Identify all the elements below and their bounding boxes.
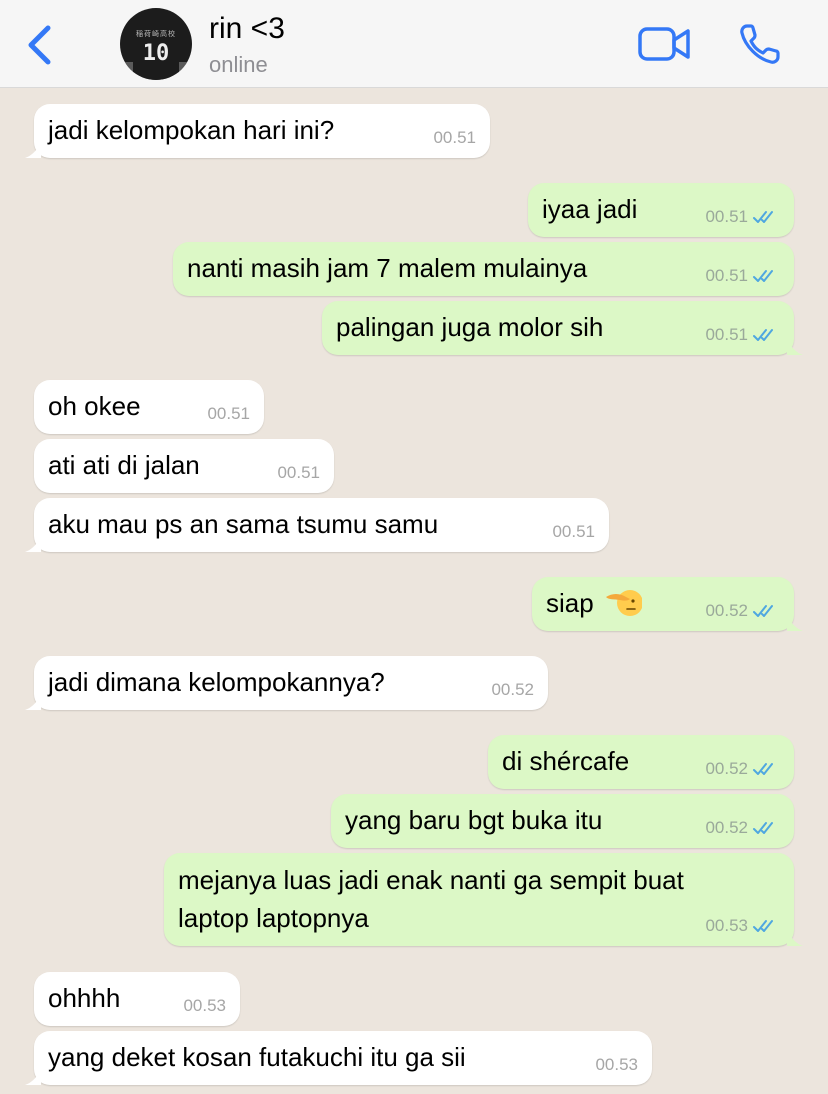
bubble-tail: [787, 341, 803, 355]
avatar-shoulders: [120, 62, 192, 80]
message-time: 00.51: [705, 266, 748, 285]
double-check-icon: [753, 329, 773, 341]
avatar-jersey-text: 稲荷崎高校: [136, 29, 176, 38]
message-bubble-incoming[interactable]: jadi kelompokan hari ini? 00.51: [25, 104, 490, 158]
message-time: 00.51: [207, 404, 250, 423]
message-text: oh okee: [48, 391, 141, 421]
bubble-tail: [25, 1071, 41, 1085]
message-time: 00.52: [705, 601, 748, 620]
double-check-icon: [753, 605, 773, 617]
chevron-left-icon: [28, 25, 51, 65]
message-text: yang deket kosan futakuchi itu ga sii: [48, 1042, 466, 1072]
message-bubble-incoming[interactable]: jadi dimana kelompokannya? 00.52: [25, 656, 548, 710]
bubble-tail: [787, 932, 803, 946]
avatar[interactable]: 稲荷崎高校 10: [120, 8, 192, 80]
phone-icon: [740, 24, 780, 64]
chat-header: 稲荷崎高校 10 rin <3 online: [0, 0, 828, 88]
message-text: mejanya luas jadi enak nanti ga sempit b…: [178, 865, 684, 933]
message-time: 00.53: [705, 916, 748, 935]
double-check-icon: [753, 270, 773, 282]
message-bubble-outgoing[interactable]: yang baru bgt buka itu 00.52: [331, 794, 794, 848]
message-bubble-outgoing[interactable]: di shércafe 00.52: [488, 735, 794, 789]
double-check-icon: [753, 763, 773, 775]
message-bubble-outgoing[interactable]: mejanya luas jadi enak nanti ga sempit b…: [164, 853, 803, 946]
message-text: ati ati di jalan: [48, 450, 200, 480]
message-text: ohhhh: [48, 983, 121, 1013]
message-time: 00.51: [277, 463, 320, 482]
message-bubble-incoming[interactable]: ohhhh 00.53: [34, 972, 240, 1026]
message-bubble-incoming[interactable]: aku mau ps an sama tsumu samu 00.51: [25, 498, 609, 552]
message-text: yang baru bgt buka itu: [345, 805, 603, 835]
message-time: 00.51: [433, 128, 476, 147]
video-call-button[interactable]: [638, 24, 690, 64]
message-bubble-outgoing[interactable]: nanti masih jam 7 malem mulainya 00.51: [173, 242, 794, 296]
message-time: 00.52: [705, 759, 748, 778]
bubble-tail: [787, 617, 803, 631]
message-text: iyaa jadi: [542, 194, 638, 224]
back-button[interactable]: [22, 22, 56, 68]
video-camera-icon: [638, 27, 690, 61]
message-bubble-incoming[interactable]: oh okee 00.51: [34, 380, 264, 434]
contact-status: online: [209, 52, 268, 77]
bubble-tail: [25, 144, 41, 158]
message-bubble-incoming[interactable]: yang deket kosan futakuchi itu ga sii 00…: [25, 1031, 652, 1085]
message-bubble-outgoing[interactable]: palingan juga molor sih 00.51: [322, 301, 803, 355]
double-check-icon: [753, 920, 773, 932]
contact-name[interactable]: rin <3: [209, 12, 285, 46]
message-text: siap: [546, 588, 642, 620]
message-time: 00.51: [705, 207, 748, 226]
message-time: 00.51: [705, 325, 748, 344]
bubble-tail: [25, 538, 41, 552]
message-bubble-outgoing[interactable]: siap 00.52: [532, 577, 803, 631]
message-text: palingan juga molor sih: [336, 312, 604, 342]
message-time: 00.53: [595, 1055, 638, 1074]
double-check-icon: [753, 822, 773, 834]
message-text: jadi kelompokan hari ini?: [48, 115, 335, 145]
message-bubble-outgoing[interactable]: iyaa jadi 00.51: [528, 183, 794, 237]
voice-call-button[interactable]: [738, 22, 782, 66]
double-check-icon: [753, 211, 773, 223]
message-text: aku mau ps an sama tsumu samu: [48, 509, 439, 539]
message-text: jadi dimana kelompokannya?: [48, 667, 385, 697]
bubble-tail: [25, 696, 41, 710]
message-bubble-incoming[interactable]: ati ati di jalan 00.51: [34, 439, 334, 493]
saluting-face-icon: [605, 590, 642, 617]
message-text: nanti masih jam 7 malem mulainya: [187, 253, 588, 283]
message-time: 00.52: [705, 818, 748, 837]
message-time: 00.51: [552, 522, 595, 541]
message-time: 00.53: [183, 996, 226, 1015]
message-time: 00.52: [491, 680, 534, 699]
message-text: di shércafe: [502, 746, 630, 776]
